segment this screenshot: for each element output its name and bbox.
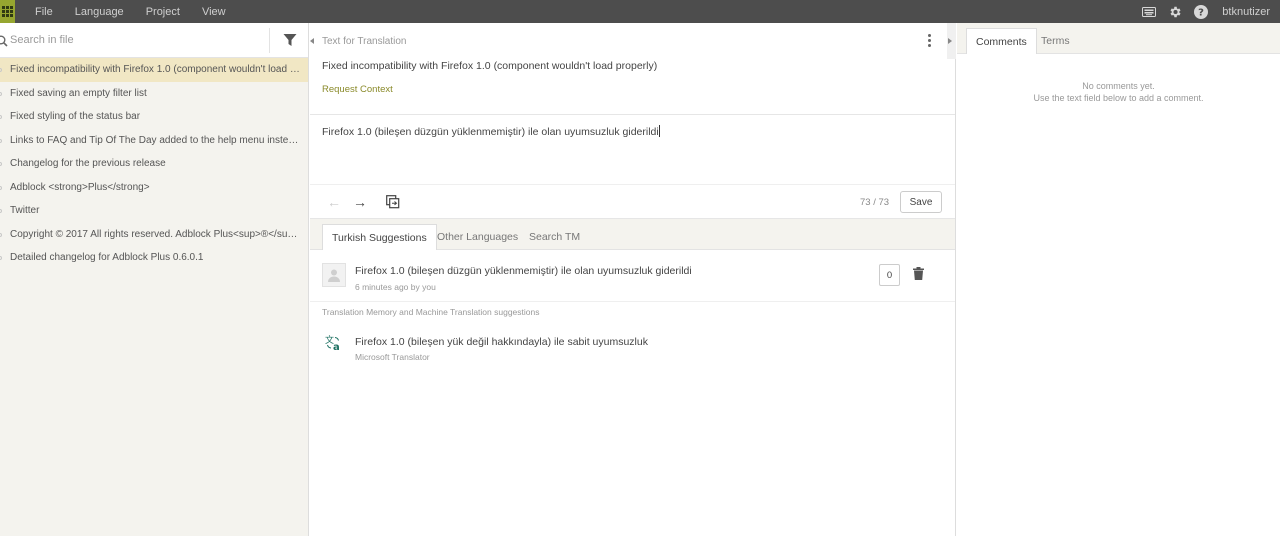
status-dot xyxy=(0,138,2,143)
char-counter: 73 / 73 xyxy=(860,197,890,208)
tm-suggestion-text: Firefox 1.0 (bileşen yük değil hakkınday… xyxy=(355,336,648,348)
top-bar: File Language Project View ? btknutizer xyxy=(0,0,1280,23)
divider xyxy=(269,28,270,53)
string-item[interactable]: Links to FAQ and Tip Of The Day added to… xyxy=(0,129,308,153)
save-button[interactable]: Save xyxy=(900,191,942,213)
filter-icon[interactable] xyxy=(283,33,297,52)
source-header: Text for Translation xyxy=(322,36,407,47)
menu-file[interactable]: File xyxy=(35,6,53,18)
tab-turkish-suggestions[interactable]: Turkish Suggestions xyxy=(322,224,437,250)
tab-terms[interactable]: Terms xyxy=(1032,28,1079,54)
status-dot xyxy=(0,115,2,119)
string-item[interactable]: Fixed saving an empty filter list xyxy=(0,82,308,106)
translation-editor[interactable]: Firefox 1.0 (bileşen düzgün yüklenmemişt… xyxy=(310,115,955,185)
help-icon[interactable]: ? xyxy=(1194,4,1209,19)
comment-hint-text: Use the text field below to add a commen… xyxy=(1033,93,1204,103)
translation-text[interactable]: Firefox 1.0 (bileşen düzgün yüklenmemişt… xyxy=(322,125,660,138)
tab-other-languages[interactable]: Other Languages xyxy=(428,224,527,250)
status-dot xyxy=(0,232,2,237)
app-menu-button[interactable] xyxy=(0,0,15,23)
search-row xyxy=(0,23,308,58)
no-comments-text: No comments yet. xyxy=(1082,81,1155,91)
menu-language[interactable]: Language xyxy=(75,6,124,18)
tab-search-tm[interactable]: Search TM xyxy=(520,224,589,250)
collapse-left-chevron-icon[interactable] xyxy=(310,38,314,44)
string-item[interactable]: Copyright © 2017 All rights reserved. Ad… xyxy=(0,223,308,247)
editor-panel: Text for Translation Fixed incompatibili… xyxy=(310,23,956,536)
string-item[interactable]: Changelog for the previous release xyxy=(0,152,308,176)
status-dot xyxy=(0,68,2,72)
translation-value: Firefox 1.0 (bileşen düzgün yüklenmemişt… xyxy=(322,126,659,138)
main-menu: File Language Project View xyxy=(35,6,248,18)
search-input[interactable] xyxy=(10,34,260,46)
svg-text:a: a xyxy=(333,342,340,351)
next-arrow-icon[interactable]: → xyxy=(353,194,367,210)
gear-icon[interactable] xyxy=(1168,5,1182,19)
status-dot xyxy=(0,256,2,260)
avatar xyxy=(322,263,346,287)
copy-source-icon[interactable] xyxy=(386,195,400,214)
vote-button[interactable]: 0 xyxy=(879,264,900,286)
request-context-link[interactable]: Request Context xyxy=(322,84,393,95)
tm-suggestion-row[interactable]: 文a Firefox 1.0 (bileşen yük değil hakkın… xyxy=(310,325,956,375)
string-item[interactable]: Adblock <strong>Plus</strong> xyxy=(0,176,308,200)
translator-icon: 文a xyxy=(325,334,342,356)
menu-view[interactable]: View xyxy=(202,6,226,18)
suggestion-row[interactable]: Firefox 1.0 (bileşen düzgün yüklenmemişt… xyxy=(310,250,955,302)
username[interactable]: btknutizer xyxy=(1222,6,1270,18)
suggestion-tabs: Turkish Suggestions Other Languages Sear… xyxy=(310,219,955,250)
status-dot xyxy=(0,185,2,190)
string-item[interactable]: Detailed changelog for Adblock Plus 0.6.… xyxy=(0,246,308,270)
suggestion-meta: 6 minutes ago by you xyxy=(355,282,436,292)
more-options-icon[interactable] xyxy=(928,34,931,47)
comments-panel: Comments Terms No comments yet. Use the … xyxy=(948,23,1280,536)
status-dot xyxy=(0,91,2,96)
grid-icon xyxy=(2,6,13,17)
svg-text:?: ? xyxy=(1198,7,1204,18)
comments-tabs: Comments Terms xyxy=(948,23,1280,54)
status-dot xyxy=(0,209,2,213)
tm-section-label: Translation Memory and Machine Translati… xyxy=(322,307,540,317)
text-caret xyxy=(658,125,660,137)
trash-icon[interactable] xyxy=(913,267,924,285)
source-text: Fixed incompatibility with Firefox 1.0 (… xyxy=(322,60,658,72)
string-item[interactable]: Fixed styling of the status bar xyxy=(0,105,308,129)
suggestion-text: Firefox 1.0 (bileşen düzgün yüklenmemişt… xyxy=(355,265,692,277)
tab-comments[interactable]: Comments xyxy=(966,28,1037,54)
string-item[interactable]: Twitter xyxy=(0,199,308,223)
collapse-right-chevron-icon[interactable] xyxy=(948,38,952,44)
previous-arrow-icon[interactable]: ← xyxy=(327,194,341,210)
editor-toolbar: ← → 73 / 73 Save xyxy=(310,185,955,219)
tm-suggestion-source: Microsoft Translator xyxy=(355,352,430,362)
string-item[interactable]: Fixed incompatibility with Firefox 1.0 (… xyxy=(0,58,308,82)
search-icon xyxy=(0,34,8,52)
menu-project[interactable]: Project xyxy=(146,6,180,18)
file-strings-panel: Fixed incompatibility with Firefox 1.0 (… xyxy=(0,23,309,536)
status-dot xyxy=(0,162,2,166)
source-panel: Text for Translation Fixed incompatibili… xyxy=(310,23,956,115)
top-right-controls: ? btknutizer xyxy=(1142,0,1280,23)
keyboard-icon[interactable] xyxy=(1142,6,1157,17)
